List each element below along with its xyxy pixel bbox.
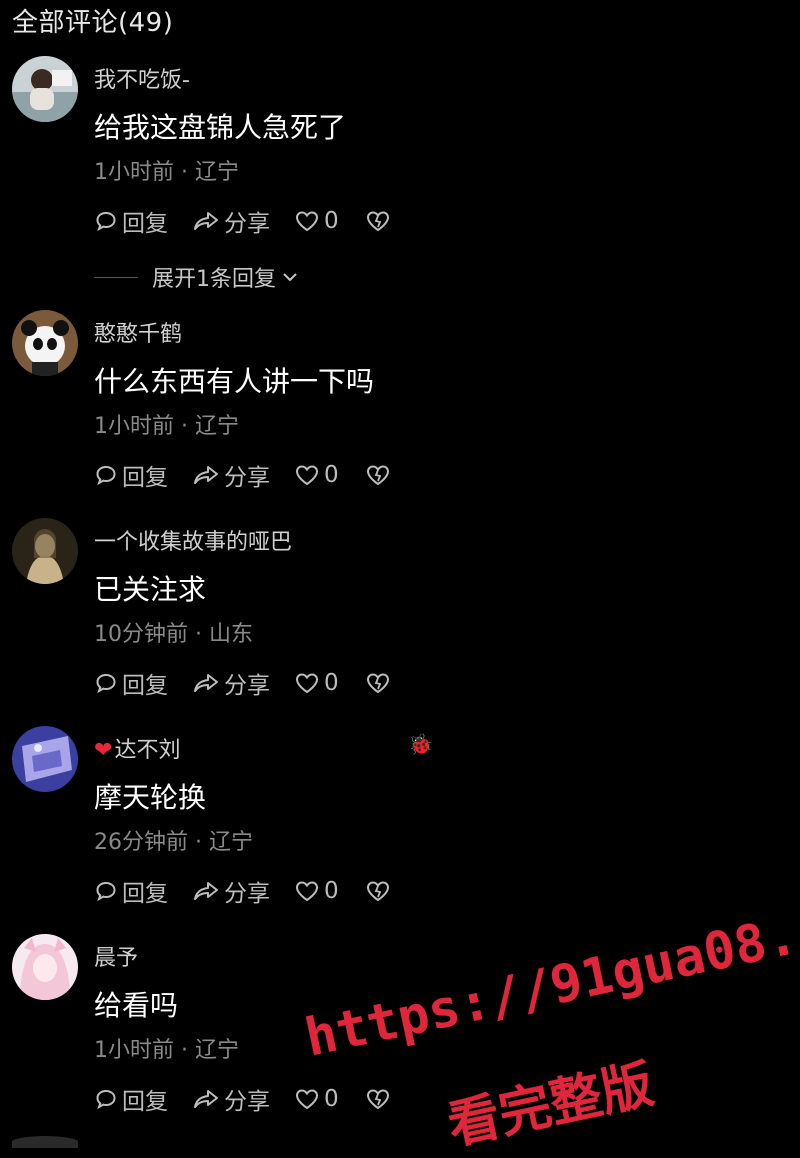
- share-icon: [194, 882, 218, 900]
- like-button[interactable]: 0: [294, 670, 339, 696]
- username[interactable]: 一个收集故事的哑巴: [94, 524, 292, 556]
- heart-icon: [295, 1089, 319, 1110]
- share-button[interactable]: 分享: [192, 1082, 270, 1116]
- reply-label: 回复: [122, 211, 168, 237]
- share-icon: [194, 1090, 218, 1108]
- reply-icon: [96, 465, 116, 486]
- comment-text: 什么东西有人讲一下吗: [94, 365, 375, 398]
- share-button[interactable]: 分享: [192, 874, 270, 908]
- watermark-url: https://91gua08.com: [300, 886, 800, 1069]
- comment-actions: 回复 分享 0: [94, 204, 419, 238]
- avatar[interactable]: [12, 934, 78, 1000]
- share-button[interactable]: 分享: [192, 204, 270, 238]
- share-icon: [194, 466, 218, 484]
- share-label: 分享: [224, 673, 270, 699]
- reply-button[interactable]: 回复: [94, 204, 168, 238]
- broken-heart-icon: [366, 881, 389, 902]
- comment-actions: 回复 分享 0: [94, 1082, 419, 1116]
- watermark-text: 看完整版: [442, 1054, 659, 1157]
- comments-header: 全部评论(49): [12, 8, 174, 38]
- expand-replies[interactable]: 展开1条回复: [94, 261, 300, 293]
- reply-icon: [96, 881, 116, 902]
- like-button[interactable]: 0: [294, 1086, 339, 1112]
- share-button[interactable]: 分享: [192, 666, 270, 700]
- reply-button[interactable]: 回复: [94, 458, 168, 492]
- comment-meta: 10分钟前 · 山东: [94, 622, 253, 647]
- share-button[interactable]: 分享: [192, 458, 270, 492]
- comment-meta: 26分钟前 · 辽宁: [94, 830, 253, 855]
- comment-meta: 1小时前 · 辽宁: [94, 160, 239, 185]
- heart-icon: [295, 673, 319, 694]
- share-label: 分享: [224, 465, 270, 491]
- like-count: 0: [324, 670, 339, 696]
- dislike-button[interactable]: [365, 209, 395, 233]
- reply-button[interactable]: 回复: [94, 1082, 168, 1116]
- username[interactable]: 我不吃饭-: [94, 62, 190, 94]
- avatar[interactable]: [12, 726, 78, 792]
- avatar[interactable]: [12, 56, 78, 122]
- divider: [94, 276, 138, 278]
- heart-icon: [295, 465, 319, 486]
- expand-label: 展开1条回复: [152, 267, 276, 292]
- comment-text: 摩天轮换: [94, 781, 207, 814]
- broken-heart-icon: [366, 1089, 389, 1110]
- like-count: 0: [324, 208, 339, 234]
- avatar[interactable]: [12, 310, 78, 376]
- like-count: 0: [324, 878, 339, 904]
- share-icon: [194, 674, 218, 692]
- bug-sticker-icon: 🐞: [408, 732, 433, 756]
- broken-heart-icon: [366, 673, 389, 694]
- avatar[interactable]: [12, 518, 78, 584]
- avatar[interactable]: [12, 1136, 78, 1148]
- comment-actions: 回复 分享 0: [94, 666, 419, 700]
- reply-label: 回复: [122, 465, 168, 491]
- like-count: 0: [324, 462, 339, 488]
- like-button[interactable]: 0: [294, 878, 339, 904]
- share-label: 分享: [224, 211, 270, 237]
- share-icon: [194, 212, 218, 230]
- username-text: 达不刘: [114, 738, 181, 763]
- share-label: 分享: [224, 881, 270, 907]
- dislike-button[interactable]: [365, 671, 395, 695]
- reply-icon: [96, 211, 116, 232]
- reply-button[interactable]: 回复: [94, 666, 168, 700]
- reply-icon: [96, 1089, 116, 1110]
- reply-icon: [96, 673, 116, 694]
- dislike-button[interactable]: [365, 879, 395, 903]
- chevron-down-icon: [283, 273, 297, 282]
- comment-text: 给看吗: [94, 989, 179, 1022]
- heart-badge-icon: ❤: [94, 738, 113, 763]
- dislike-button[interactable]: [365, 463, 395, 487]
- reply-button[interactable]: 回复: [94, 874, 168, 908]
- comment-text: 给我这盘锦人急死了: [94, 111, 347, 144]
- like-button[interactable]: 0: [294, 208, 339, 234]
- like-button[interactable]: 0: [294, 462, 339, 488]
- share-label: 分享: [224, 1089, 270, 1115]
- heart-icon: [295, 211, 319, 232]
- heart-icon: [295, 881, 319, 902]
- comment-meta: 1小时前 · 辽宁: [94, 1038, 239, 1063]
- reply-label: 回复: [122, 673, 168, 699]
- reply-label: 回复: [122, 881, 168, 907]
- username[interactable]: 晨予: [94, 940, 138, 972]
- username[interactable]: ❤达不刘: [94, 732, 180, 764]
- comment-actions: 回复 分享 0: [94, 458, 419, 492]
- broken-heart-icon: [366, 211, 389, 232]
- comment-actions: 回复 分享 0: [94, 874, 419, 908]
- comment-meta: 1小时前 · 辽宁: [94, 414, 239, 439]
- reply-label: 回复: [122, 1089, 168, 1115]
- dislike-button[interactable]: [365, 1087, 395, 1111]
- broken-heart-icon: [366, 465, 389, 486]
- username[interactable]: 憨憨千鹤: [94, 316, 182, 348]
- like-count: 0: [324, 1086, 339, 1112]
- comment-text: 已关注求: [94, 573, 207, 606]
